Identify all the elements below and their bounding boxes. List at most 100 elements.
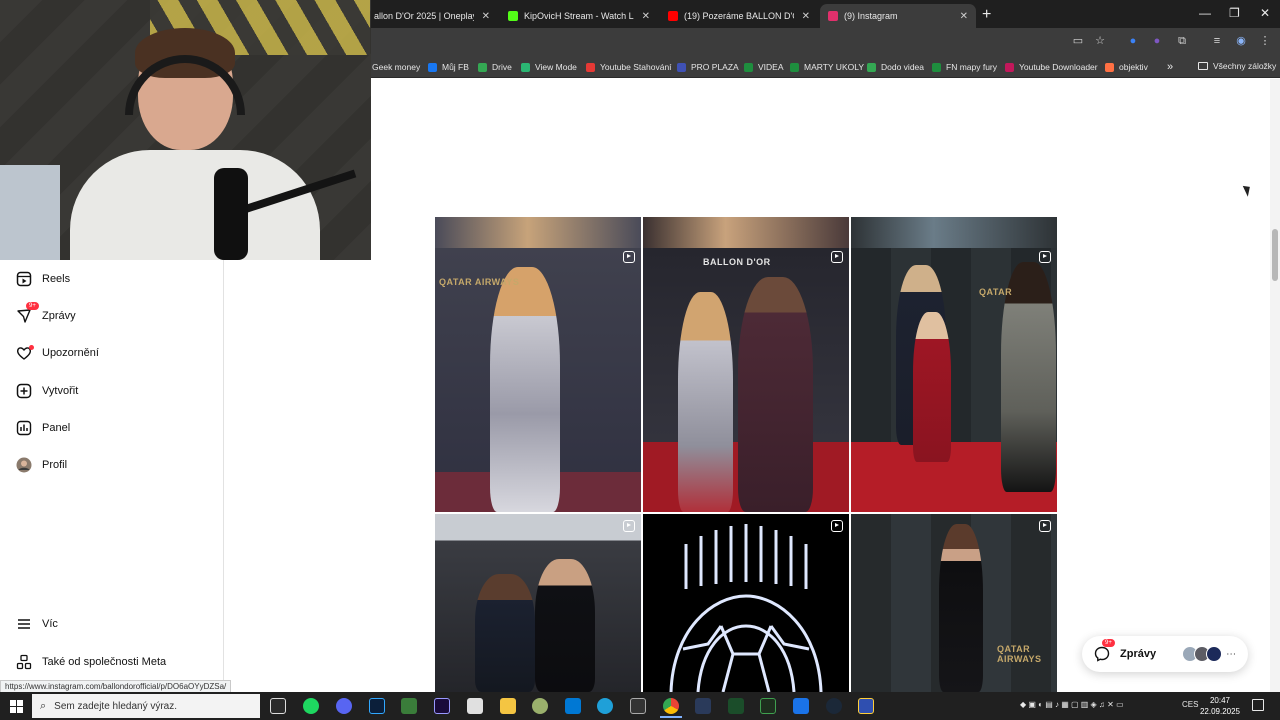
edge-icon[interactable] — [597, 698, 613, 714]
app-icon[interactable] — [760, 698, 776, 714]
sidebar-item-vytvorit[interactable]: Vytvořit — [16, 381, 78, 401]
tile-trophy-light[interactable] — [643, 514, 849, 692]
app-icon[interactable] — [565, 698, 581, 714]
photoshop-icon[interactable] — [369, 698, 385, 714]
menu-kebab-icon[interactable]: ⋮ — [1258, 34, 1272, 48]
sidebar-item-reels[interactable]: Reels — [16, 269, 70, 289]
sidebar-item-vic[interactable]: Víc — [16, 614, 58, 634]
bookmark-youtube-downloader[interactable]: Youtube Downloader — [1005, 61, 1098, 73]
messages-pill-label: Zprávy — [1120, 648, 1157, 660]
chrome-icon[interactable] — [663, 698, 679, 714]
close-icon[interactable]: ✕ — [960, 11, 968, 22]
sidebar-item-upozorneni[interactable]: Upozornění — [16, 343, 99, 363]
app-icon[interactable] — [858, 698, 874, 714]
steam-icon[interactable] — [826, 698, 842, 714]
all-bookmarks-button[interactable]: Všechny záložky — [1198, 61, 1276, 71]
tile-woman-silver-dress[interactable]: QATAR AIRWAYS — [435, 217, 641, 512]
bookmark-fn-mapy-fury[interactable]: FN mapy fury — [932, 61, 997, 73]
bookmark-geek-money[interactable]: Geek money — [372, 61, 420, 73]
system-tray-icons[interactable]: ◆ ▣ ◐ ▤ ♪ ▦ ▢ ▥ ◈ ♫ ✕ ▭ — [1020, 700, 1124, 709]
avatar — [1206, 646, 1223, 662]
tab-instagram[interactable]: (9) Instagram ✕ — [820, 4, 976, 28]
install-app-icon[interactable]: ▭ — [1071, 34, 1085, 48]
bookmark-drive[interactable]: Drive — [478, 61, 512, 73]
bookmark-dodo-videa[interactable]: Dodo videa — [867, 61, 924, 73]
sidebar-item-panel[interactable]: Panel — [16, 418, 70, 438]
tile-woman-black-dress[interactable]: QATAR AIRWAYS — [851, 514, 1057, 692]
tile-men-suits[interactable] — [435, 514, 641, 692]
windows-start-icon[interactable] — [10, 700, 23, 718]
sidebar-item-label: Také od společnosti Meta — [42, 656, 167, 668]
bookmarks-overflow-button[interactable]: » — [1167, 61, 1173, 73]
store-icon[interactable] — [467, 698, 483, 714]
reels-icon — [16, 271, 32, 287]
tile-top-strip — [435, 217, 641, 248]
sheets-icon — [744, 62, 753, 72]
reel-icon — [1039, 251, 1051, 263]
tile-person — [678, 292, 733, 512]
tile-family-red-carpet[interactable]: QATAR — [851, 217, 1057, 512]
extension-blue-icon[interactable]: ● — [1126, 34, 1140, 48]
drive-icon — [867, 62, 876, 72]
task-view-icon[interactable] — [270, 698, 286, 714]
bookmark-pro-plaza[interactable]: PRO PLAZA — [677, 61, 739, 73]
taskbar-search[interactable]: ⌕ Sem zadejte hledaný výraz. — [32, 694, 260, 718]
app-icon[interactable] — [532, 698, 548, 714]
bookmark-videa[interactable]: VIDEA — [744, 61, 784, 73]
app-icon[interactable] — [728, 698, 744, 714]
page-scrollbar[interactable] — [1270, 79, 1280, 692]
all-bookmarks-label: Všechny záložky — [1213, 61, 1277, 71]
new-tab-button[interactable]: + — [982, 6, 991, 24]
taskbar-clock[interactable]: 20:47 22.09.2025 — [1198, 695, 1242, 717]
premiere-icon[interactable] — [434, 698, 450, 714]
file-explorer-icon[interactable] — [500, 698, 516, 714]
menu-icon — [16, 616, 32, 632]
restore-button[interactable]: ❐ — [1229, 6, 1240, 20]
close-icon[interactable]: ✕ — [482, 11, 490, 22]
youtube-icon — [586, 62, 595, 72]
bookmark-marty-ukoly[interactable]: MARTY UKOLY — [790, 61, 864, 73]
close-icon[interactable]: ✕ — [802, 11, 810, 22]
bookmark-label: PRO PLAZA — [691, 62, 739, 72]
nvidia-icon[interactable] — [401, 698, 417, 714]
sidebar-item-meta[interactable]: Také od společnosti Meta — [16, 652, 166, 672]
tab-kick-stream[interactable]: KipOvicH Stream - Watch Live ✕ — [500, 4, 658, 28]
star-icon[interactable]: ☆ — [1093, 34, 1107, 48]
tab-youtube[interactable]: (19) Pozeráme BALLON D'OR 2 ✕ — [660, 4, 818, 28]
facebook-icon — [428, 62, 437, 72]
discord-icon[interactable] — [336, 698, 352, 714]
extensions-icon[interactable]: ⧉ — [1175, 34, 1189, 48]
bookmark-view-mode[interactable]: View Mode — [521, 61, 577, 73]
avatar — [16, 457, 32, 473]
chart-icon — [16, 420, 32, 436]
app-icon[interactable] — [630, 698, 646, 714]
sidebar-item-zpravy[interactable]: 9+ Zprávy — [16, 302, 76, 326]
scrollbar-thumb[interactable] — [1272, 229, 1278, 281]
notifications-icon[interactable] — [1252, 699, 1264, 711]
spotify-icon[interactable] — [303, 698, 319, 714]
tab-oneplay[interactable]: allon D'Or 2025 | Oneplay ✕ — [366, 4, 498, 28]
language-indicator[interactable]: CES — [1182, 700, 1198, 709]
profile-icon[interactable]: ◉ — [1234, 34, 1248, 48]
close-window-button[interactable]: ✕ — [1260, 6, 1270, 20]
bookmark-youtube-stahovani[interactable]: Youtube Stahování — [586, 61, 672, 73]
microphone-icon — [214, 168, 248, 260]
bookmark-objektiv[interactable]: objektiv — [1105, 61, 1148, 73]
bookmark-muj-fb[interactable]: Můj FB — [428, 61, 469, 73]
tile-couple-red-carpet[interactable]: BALLON D'OR — [643, 217, 849, 512]
sidebar-item-label: Vytvořit — [42, 385, 79, 397]
app-icon[interactable] — [695, 698, 711, 714]
more-icon[interactable]: ⋯ — [1226, 649, 1236, 660]
youtube-icon — [668, 11, 678, 21]
tile-sponsor-text: QATAR AIRWAYS — [439, 277, 520, 287]
app-icon[interactable] — [793, 698, 809, 714]
reel-icon — [831, 520, 843, 532]
close-icon[interactable]: ✕ — [642, 11, 650, 22]
sidebar-item-profil[interactable]: Profil — [16, 455, 67, 475]
minimize-button[interactable]: — — [1199, 6, 1211, 20]
extension-purple-icon[interactable]: ● — [1150, 34, 1164, 48]
messages-pill[interactable]: 9+ Zprávy ⋯ — [1082, 636, 1248, 672]
search-icon: ⌕ — [40, 699, 47, 712]
media-control-icon[interactable]: ≡ — [1210, 34, 1224, 48]
active-app-indicator — [660, 716, 682, 718]
